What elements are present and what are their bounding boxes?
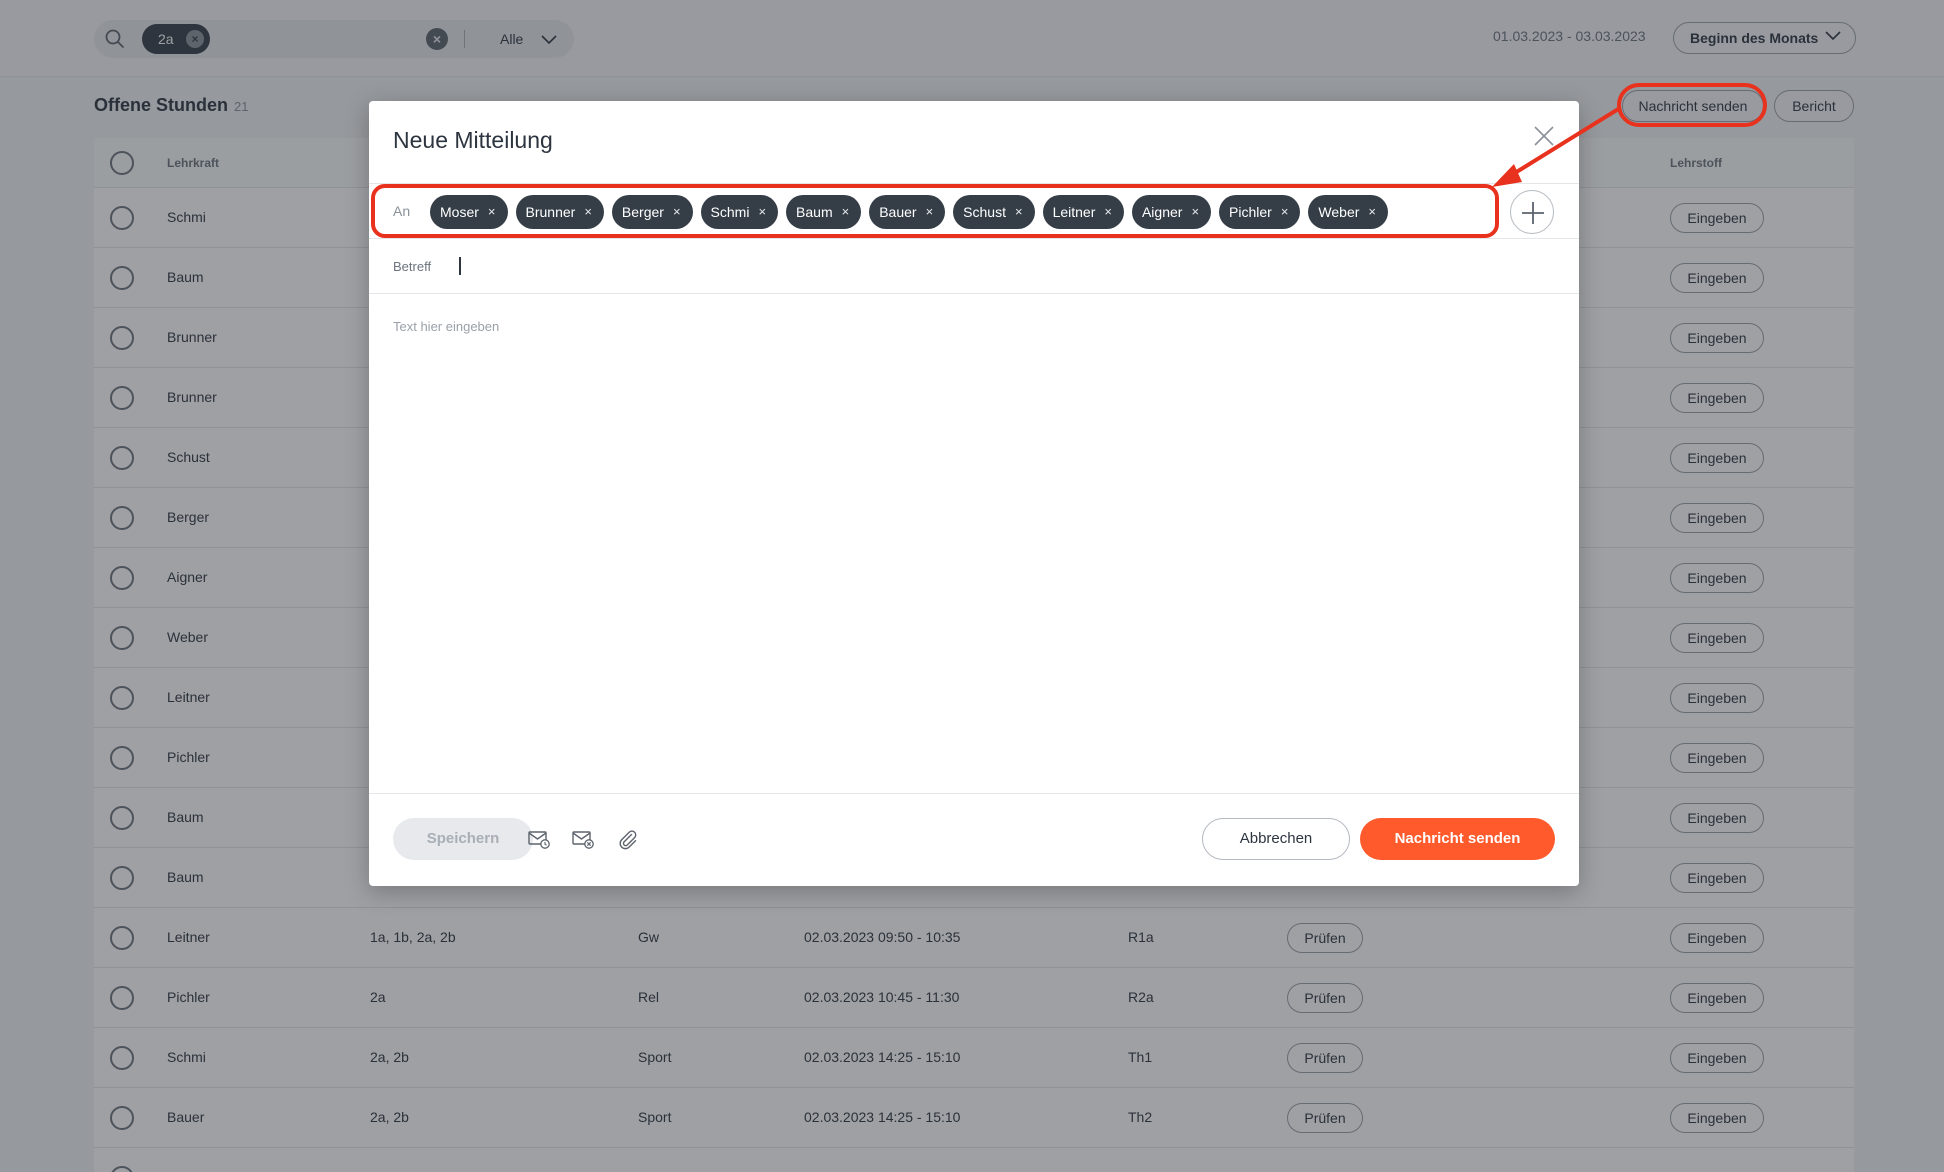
mail-cancel-icon[interactable] — [571, 827, 595, 851]
close-icon[interactable] — [1533, 125, 1555, 147]
new-message-dialog: Neue Mitteilung An Moser × Brunner × Berger ×… — [369, 101, 1579, 886]
annotation-highlight — [371, 184, 1499, 238]
plus-icon — [1522, 202, 1544, 224]
text-cursor — [459, 257, 461, 275]
dialog-title: Neue Mitteilung — [393, 127, 553, 153]
save-button[interactable]: Speichern — [393, 818, 533, 860]
subject-label: Betreff — [393, 259, 432, 274]
annotation-highlight — [1617, 83, 1767, 127]
cancel-button[interactable]: Abbrechen — [1202, 818, 1350, 860]
message-body-input[interactable]: Text hier eingeben — [393, 319, 499, 334]
divider — [369, 793, 1579, 794]
paperclip-icon[interactable] — [615, 827, 639, 851]
send-message-button[interactable]: Nachricht senden — [1360, 818, 1555, 860]
add-recipient-button[interactable] — [1510, 190, 1554, 234]
recipients-row: An Moser × Brunner × Berger × Schmi × Baum × Bauer… — [369, 183, 1579, 239]
mail-schedule-icon[interactable] — [527, 827, 551, 851]
subject-field[interactable]: Betreff — [369, 239, 1579, 294]
